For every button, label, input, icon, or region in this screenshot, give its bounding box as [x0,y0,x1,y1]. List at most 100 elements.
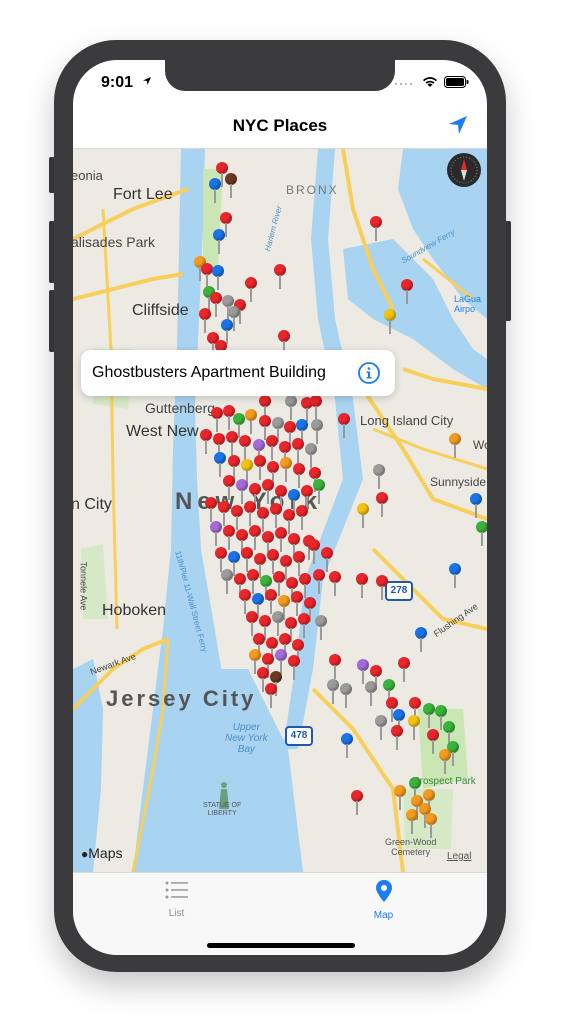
map-pin[interactable] [298,613,310,638]
map-pin[interactable] [270,503,282,528]
map-pin[interactable] [310,395,322,420]
map-pin[interactable] [249,649,261,674]
map-pin[interactable] [356,573,368,598]
map-pin[interactable] [449,563,461,588]
map-pin[interactable] [321,547,333,572]
map-pin[interactable] [216,162,228,187]
map-pin[interactable] [288,489,300,514]
map-pin[interactable] [221,319,233,344]
map-pin[interactable] [266,637,278,662]
map-pin[interactable] [265,589,277,614]
map-pin[interactable] [214,452,226,477]
compass-icon[interactable] [447,153,481,187]
map-pin[interactable] [267,549,279,574]
map-pin[interactable] [386,697,398,722]
map-pin[interactable] [247,569,259,594]
map-pin[interactable] [218,501,230,526]
map-pin[interactable] [241,547,253,572]
map-pin[interactable] [265,683,277,708]
map-pin[interactable] [292,639,304,664]
map-pin[interactable] [245,277,257,302]
map-pin[interactable] [213,229,225,254]
map-pin[interactable] [266,435,278,460]
map-pin[interactable] [427,729,439,754]
map-pin[interactable] [249,483,261,508]
map-pin[interactable] [228,455,240,480]
map-pin[interactable] [313,479,325,504]
map-pin[interactable] [213,433,225,458]
map-pin[interactable] [409,697,421,722]
map-pin[interactable] [254,553,266,578]
map-pin[interactable] [338,413,350,438]
map-pin[interactable] [223,475,235,500]
map-pin[interactable] [401,279,413,304]
map-pin[interactable] [373,464,385,489]
map-pin[interactable] [270,671,282,696]
map-pin[interactable] [199,308,211,333]
map-pin[interactable] [236,479,248,504]
map-pin[interactable] [383,679,395,704]
map-pin[interactable] [327,679,339,704]
map-pin[interactable] [260,575,272,600]
map-pin[interactable] [280,457,292,482]
map-pin[interactable] [275,485,287,510]
map-pin[interactable] [257,667,269,692]
map-pin[interactable] [370,665,382,690]
map-pin[interactable] [293,551,305,576]
map-pin[interactable] [246,611,258,636]
map-pin[interactable] [210,521,222,546]
map-pin[interactable] [278,330,290,355]
map-pin[interactable] [398,657,410,682]
map-pin[interactable] [262,479,274,504]
map-pin[interactable] [262,531,274,556]
map-pin[interactable] [283,509,295,534]
map-pin[interactable] [231,505,243,530]
map-pin[interactable] [449,433,461,458]
map-pin[interactable] [272,611,284,636]
map-pin[interactable] [285,617,297,642]
map-pin[interactable] [292,438,304,463]
home-indicator[interactable] [207,943,355,948]
map-pin[interactable] [285,395,297,420]
map-pin[interactable] [286,577,298,602]
map-pin[interactable] [296,419,308,444]
map-pin[interactable] [253,633,265,658]
map-pin[interactable] [228,551,240,576]
map-pin[interactable] [291,591,303,616]
map-view[interactable]: eonia Fort Lee BRONX alisades Park Cliff… [73,149,487,872]
tab-list[interactable]: List [73,879,280,919]
map-pin[interactable] [439,749,451,774]
tab-map[interactable]: Map [280,879,487,921]
map-pin[interactable] [340,683,352,708]
map-pin[interactable] [288,533,300,558]
map-pin[interactable] [425,813,437,838]
map-pin[interactable] [211,407,223,432]
map-pin[interactable] [278,595,290,620]
map-pin[interactable] [384,309,396,334]
legal-link[interactable]: Legal [447,851,471,862]
map-pin[interactable] [273,571,285,596]
map-pin[interactable] [476,521,487,546]
map-pin[interactable] [272,417,284,442]
map-pin[interactable] [376,492,388,517]
map-pin[interactable] [210,292,222,317]
map-pin[interactable] [435,705,447,730]
map-pin[interactable] [341,733,353,758]
map-pin[interactable] [393,709,405,734]
map-pin[interactable] [259,415,271,440]
map-pin[interactable] [275,527,287,552]
map-pin[interactable] [308,539,320,564]
map-pin[interactable] [267,461,279,486]
map-pin[interactable] [233,413,245,438]
map-pin[interactable] [284,421,296,446]
map-pin[interactable] [376,575,388,600]
map-pin[interactable] [259,395,271,420]
map-pin[interactable] [280,555,292,580]
map-pin[interactable] [221,569,233,594]
map-pin[interactable] [309,467,321,492]
current-location-icon[interactable] [447,114,469,136]
map-pin[interactable] [365,681,377,706]
map-pin[interactable] [296,505,308,530]
map-pin[interactable] [228,306,240,331]
map-pin[interactable] [357,659,369,684]
